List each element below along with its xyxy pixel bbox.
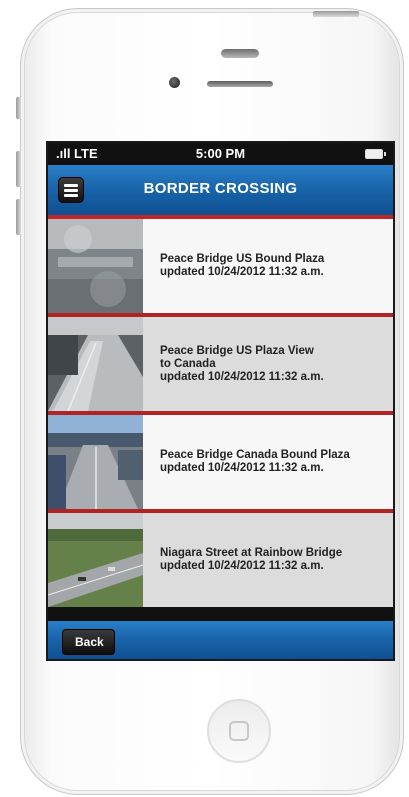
camera-row-text: Peace Bridge US Plaza View to Canada upd… bbox=[160, 317, 389, 411]
camera-thumbnail bbox=[48, 317, 143, 411]
camera-row-peace-bridge-us-bound-plaza[interactable]: Peace Bridge US Bound Plaza updated 10/2… bbox=[48, 219, 393, 317]
volume-up-button bbox=[16, 151, 21, 187]
camera-row-peace-bridge-canada-bound-plaza[interactable]: Peace Bridge Canada Bound Plaza updated … bbox=[48, 415, 393, 513]
camera-thumbnail bbox=[48, 415, 143, 509]
camera-updated: updated 10/24/2012 11:32 a.m. bbox=[160, 462, 324, 474]
status-bar: .ıll LTE 5:00 PM bbox=[48, 143, 393, 165]
power-button bbox=[313, 11, 359, 17]
earpiece-speaker bbox=[207, 81, 273, 87]
home-button[interactable] bbox=[207, 699, 271, 763]
camera-row-text: Peace Bridge Canada Bound Plaza updated … bbox=[160, 415, 389, 509]
battery-icon bbox=[365, 149, 386, 159]
camera-updated: updated 10/24/2012 11:32 a.m. bbox=[160, 560, 324, 572]
camera-row-text: Niagara Street at Rainbow Bridge updated… bbox=[160, 513, 389, 607]
camera-title-cont: to Canada bbox=[160, 357, 216, 370]
home-square-icon bbox=[229, 721, 249, 741]
page-title: BORDER CROSSING bbox=[143, 180, 298, 197]
back-button[interactable]: Back bbox=[62, 629, 115, 655]
camera-thumbnail bbox=[48, 219, 143, 313]
camera-updated: updated 10/24/2012 11:32 a.m. bbox=[160, 266, 324, 278]
camera-title: Niagara Street at Rainbow Bridge bbox=[160, 547, 343, 559]
bottom-toolbar: Back bbox=[48, 621, 393, 659]
app-screen: .ıll LTE 5:00 PM BORDER CROSSING Peace B… bbox=[46, 141, 395, 661]
camera-title: Peace Bridge Canada Bound Plaza bbox=[160, 449, 350, 461]
front-sensor bbox=[221, 49, 259, 58]
camera-title: Peace Bridge US Plaza View bbox=[160, 344, 314, 357]
camera-title: Peace Bridge US Bound Plaza bbox=[160, 253, 325, 265]
back-button-label: Back bbox=[75, 635, 104, 649]
front-camera-icon bbox=[169, 77, 180, 88]
camera-row-peace-bridge-us-plaza-view[interactable]: Peace Bridge US Plaza View to Canada upd… bbox=[48, 317, 393, 415]
nav-bar: BORDER CROSSING bbox=[48, 165, 393, 219]
camera-updated: updated 10/24/2012 11:32 a.m. bbox=[160, 370, 324, 383]
volume-down-button bbox=[16, 199, 21, 235]
camera-row-text: Peace Bridge US Bound Plaza updated 10/2… bbox=[160, 219, 389, 313]
camera-row-niagara-street-at-rainbow-bridge[interactable]: Niagara Street at Rainbow Bridge updated… bbox=[48, 513, 393, 607]
camera-list: Peace Bridge US Bound Plaza updated 10/2… bbox=[48, 219, 393, 607]
mute-switch bbox=[16, 97, 21, 119]
camera-thumbnail bbox=[48, 513, 143, 607]
status-time: 5:00 PM bbox=[195, 146, 246, 161]
